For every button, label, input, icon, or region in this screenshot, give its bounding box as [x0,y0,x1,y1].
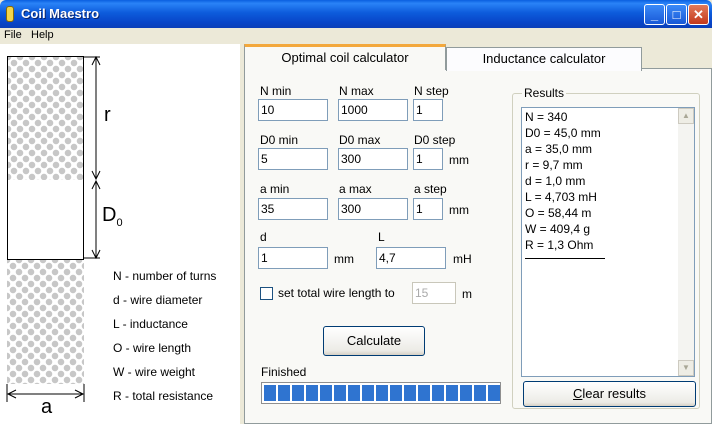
results-scrollbar[interactable]: ▲ ▼ [678,108,694,376]
l-unit: mH [453,252,472,266]
n-step-label: N step [414,84,449,98]
app-icon [6,6,14,22]
legend-r: R - total resistance [113,389,214,403]
total-length-label: set total wire length to [278,286,395,300]
a-label: a [41,396,53,418]
d-input[interactable]: 1 [258,247,328,269]
n-min-label: N min [260,84,292,98]
d0-step-unit: mm [449,153,469,167]
result-line: d = 1,0 mm [525,174,586,188]
result-line: a = 35,0 mm [525,142,593,156]
result-line: L = 4,703 mH [525,190,597,204]
legend-l: L - inductance [113,317,188,331]
d-unit: mm [334,252,354,266]
minimize-button[interactable]: _ [644,4,665,25]
coil-diagram: r D0 a N - number of turns d - wire diam… [0,44,240,424]
total-length-input[interactable]: 15 [412,282,456,304]
progress-bar [261,382,501,404]
l-label: L [378,230,385,244]
n-min-input[interactable]: 10 [258,99,328,121]
tab-inductance[interactable]: Inductance calculator [446,47,642,71]
total-length-checkbox[interactable] [260,287,273,300]
d0-step-input[interactable]: 1 [413,148,443,170]
total-length-unit: m [462,287,472,301]
clear-results-button[interactable]: Clear results [523,381,696,407]
a-step-label: a step [414,182,447,196]
maximize-button[interactable]: □ [666,4,687,25]
results-textbox[interactable]: N = 340 D0 = 45,0 mm a = 35,0 mm r = 9,7… [521,107,695,377]
d0-max-label: D0 max [339,133,381,147]
calculate-button[interactable]: Calculate [323,326,425,356]
a-step-unit: mm [449,203,469,217]
close-button[interactable]: ✕ [688,4,709,25]
title-bar: Coil Maestro _ □ ✕ [0,0,712,28]
progress-segment [446,385,458,401]
result-line: O = 58,44 m [525,206,592,220]
progress-segment [348,385,360,401]
a-max-label: a max [339,182,372,196]
d0-min-label: D0 min [260,133,299,147]
results-group-label: Results [522,86,567,100]
window-title: Coil Maestro [21,6,100,21]
scroll-up-icon[interactable]: ▲ [678,108,694,124]
progress-segment [488,385,500,401]
progress-segment [334,385,346,401]
menu-bar: File Help [0,28,712,44]
progress-segment [306,385,318,401]
status-text: Finished [261,365,307,379]
results-separator [525,258,605,259]
progress-segment [264,385,276,401]
result-line: R = 1,3 Ohm [525,238,594,252]
tab-optimal-coil[interactable]: Optimal coil calculator [244,44,446,70]
progress-segment [390,385,402,401]
d-label: d [260,230,267,244]
a-min-input[interactable]: 35 [258,198,328,220]
d0-step-label: D0 step [414,133,456,147]
legend-o: O - wire length [113,341,192,355]
progress-segment [474,385,486,401]
progress-segment [432,385,444,401]
d0-label: D0 [102,204,123,229]
d0-min-input[interactable]: 5 [258,148,328,170]
menu-file[interactable]: File [4,29,22,41]
legend-n: N - number of turns [113,269,217,283]
l-input[interactable]: 4,7 [376,247,446,269]
n-max-input[interactable]: 1000 [338,99,408,121]
result-line: N = 340 [525,110,568,124]
progress-segment [292,385,304,401]
progress-segment [404,385,416,401]
d0-max-input[interactable]: 300 [338,148,408,170]
r-label: r [104,104,111,126]
progress-segment [362,385,374,401]
result-line: D0 = 45,0 mm [525,126,601,140]
scroll-down-icon[interactable]: ▼ [678,360,694,376]
n-step-input[interactable]: 1 [413,99,443,121]
result-line: W = 409,4 g [525,222,591,236]
progress-segment [376,385,388,401]
a-min-label: a min [260,182,290,196]
progress-segment [418,385,430,401]
result-line: r = 9,7 mm [525,158,583,172]
n-max-label: N max [339,84,374,98]
a-max-input[interactable]: 300 [338,198,408,220]
a-step-input[interactable]: 1 [413,198,443,220]
menu-help[interactable]: Help [31,29,54,41]
progress-segment [460,385,472,401]
progress-segment [320,385,332,401]
progress-segment [278,385,290,401]
legend-w: W - wire weight [113,365,196,379]
legend-d: d - wire diameter [113,293,203,307]
